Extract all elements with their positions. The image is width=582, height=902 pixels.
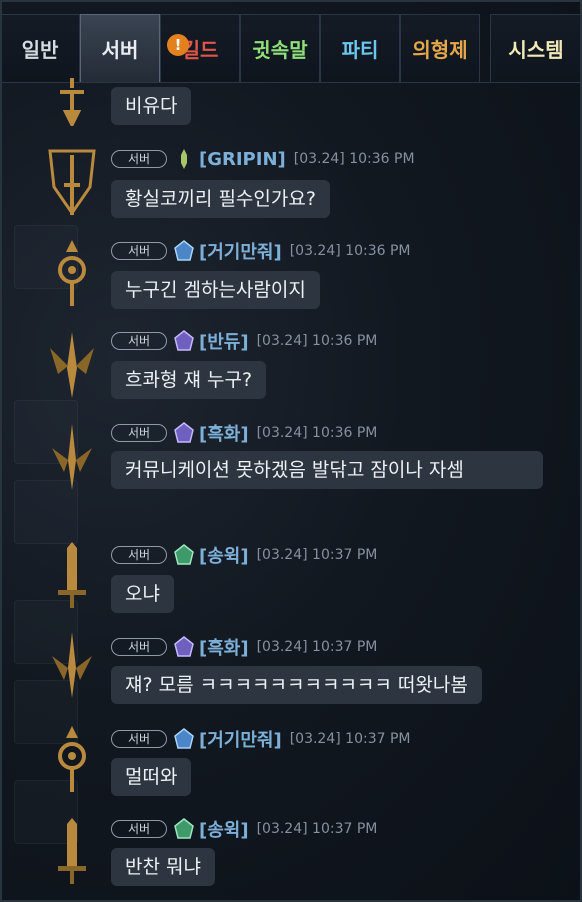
dagger-title-icon <box>173 148 195 170</box>
message-header: 서버 [송윅] [03.24] 10:37 PM <box>111 542 378 568</box>
message-timestamp: [03.24] 10:36 PM <box>289 243 411 259</box>
message-timestamp: [03.24] 10:37 PM <box>256 639 378 655</box>
username-link[interactable]: [송윅] <box>199 816 249 842</box>
chat-window: 일반 서버 길드 귓속말 파티 의형제 시스템 ! 비유다 서버 [GRIPIN… <box>0 0 582 902</box>
username-link[interactable]: [흑화] <box>199 420 249 446</box>
message-header: 서버 [GRIPIN] [03.24] 10:36 PM <box>111 148 415 170</box>
chat-message-text: 흐콰형 쟤 누구? <box>111 361 267 399</box>
chat-message-text: 누구긴 겜하는사람이지 <box>111 271 320 309</box>
purple-crest-icon <box>173 422 195 444</box>
tab-general[interactable]: 일반 <box>0 14 80 82</box>
tab-server-label: 서버 <box>101 38 139 62</box>
message-timestamp: [03.24] 10:37 PM <box>256 821 378 837</box>
message-header: 서버 [거기만줘] [03.24] 10:36 PM <box>111 238 411 264</box>
channel-badge: 서버 <box>111 638 167 656</box>
username-link[interactable]: [반듀] <box>199 328 249 354</box>
message-header: 서버 [반듀] [03.24] 10:36 PM <box>111 328 378 354</box>
message-timestamp: [03.24] 10:36 PM <box>256 425 378 441</box>
blue-crest-icon <box>173 240 195 262</box>
chat-message-text: 비유다 <box>111 87 192 125</box>
guild-alert-badge: ! <box>167 34 189 56</box>
orb-staff-icon[interactable] <box>44 238 100 314</box>
channel-badge: 서버 <box>111 332 167 350</box>
tab-brotherhood-label: 의형제 <box>412 38 468 62</box>
username-link[interactable]: [거기만줘] <box>199 726 282 752</box>
greatsword-icon[interactable] <box>44 816 100 892</box>
channel-badge: 서버 <box>111 546 167 564</box>
chat-message-text: 황실코끼리 필수인가요? <box>111 180 330 218</box>
channel-badge: 서버 <box>111 730 167 748</box>
message-timestamp: [03.24] 10:37 PM <box>289 731 411 747</box>
winged-blade-icon[interactable] <box>44 328 100 404</box>
chat-message-text: 오냐 <box>111 575 174 613</box>
orb-staff-icon[interactable] <box>44 724 100 800</box>
sword-hilt-icon[interactable] <box>44 78 100 129</box>
channel-badge: 서버 <box>111 242 167 260</box>
chat-message-text: 멀떠와 <box>111 758 192 796</box>
tab-server[interactable]: 서버 <box>80 14 160 82</box>
tab-brotherhood[interactable]: 의형제 <box>400 14 480 82</box>
purple-crest-icon <box>173 636 195 658</box>
tab-party-label: 파티 <box>341 38 379 62</box>
chat-message-text: 커뮤니케이션 못하겠음 발닦고 잠이나 자셈 <box>111 451 543 489</box>
message-timestamp: [03.24] 10:37 PM <box>256 547 378 563</box>
green-crest-icon <box>173 818 195 840</box>
channel-badge: 서버 <box>111 150 167 168</box>
tab-whisper-label: 귓속말 <box>252 38 308 62</box>
message-header: 서버 [거기만줘] [03.24] 10:37 PM <box>111 726 411 752</box>
tab-general-label: 일반 <box>21 38 59 62</box>
chat-tab-bar: 일반 서버 길드 귓속말 파티 의형제 시스템 ! <box>0 12 582 84</box>
message-header: 서버 [송윅] [03.24] 10:37 PM <box>111 816 378 842</box>
purple-crest-icon <box>173 330 195 352</box>
chat-message-text: 반찬 뭐냐 <box>111 848 215 886</box>
winged-blade-icon[interactable] <box>44 420 100 496</box>
shield-sword-icon[interactable] <box>44 145 100 221</box>
channel-badge: 서버 <box>111 820 167 838</box>
chat-message-text: 쟤? 모름 ㅋㅋㅋㅋㅋㅋㅋㅋㅋㅋㅋ 떠왓나봄 <box>111 666 482 704</box>
greatsword-icon[interactable] <box>44 540 100 616</box>
channel-badge: 서버 <box>111 424 167 442</box>
message-timestamp: [03.24] 10:36 PM <box>293 151 415 167</box>
message-header: 서버 [흑화] [03.24] 10:36 PM <box>111 420 378 446</box>
blue-crest-icon <box>173 728 195 750</box>
message-timestamp: [03.24] 10:36 PM <box>256 333 378 349</box>
tab-system-label: 시스템 <box>508 38 564 62</box>
tab-party[interactable]: 파티 <box>320 14 400 82</box>
username-link[interactable]: [송윅] <box>199 542 249 568</box>
winged-blade-icon[interactable] <box>44 628 100 704</box>
tab-whisper[interactable]: 귓속말 <box>240 14 320 82</box>
tab-system[interactable]: 시스템 <box>490 14 582 82</box>
green-crest-icon <box>173 544 195 566</box>
message-header: 서버 [흑화] [03.24] 10:37 PM <box>111 634 378 660</box>
username-link[interactable]: [흑화] <box>199 634 249 660</box>
username-link[interactable]: [거기만줘] <box>199 238 282 264</box>
username-link[interactable]: [GRIPIN] <box>199 149 286 170</box>
